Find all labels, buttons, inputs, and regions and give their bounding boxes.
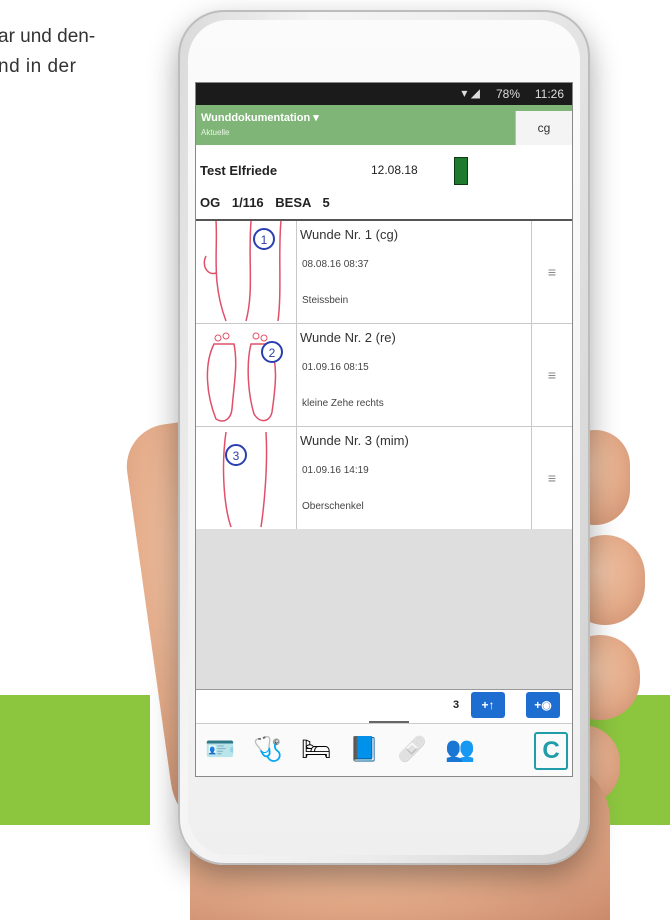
ward-room: OG 1/116	[200, 195, 264, 210]
patient-header: Test Elfriede 12.08.18 OG 1/116 BESA 5	[196, 145, 572, 221]
bandage-icon[interactable]: 🩹	[396, 734, 428, 766]
status-bar: ▾ ◢ 78% 11:26	[196, 83, 572, 105]
wound-list: 1 Wunde Nr. 1 (cg) 08.08.16 08:37 Steiss…	[196, 220, 572, 530]
empty-list-area	[196, 529, 572, 689]
users-icon[interactable]: 👥	[444, 734, 476, 766]
wound-datetime: 08.08.16 08:37	[302, 259, 369, 270]
wound-title: Wunde Nr. 2 (re)	[300, 330, 396, 345]
wound-location: Oberschenkel	[302, 501, 364, 512]
wound-title: Wunde Nr. 3 (mim)	[300, 433, 409, 448]
patient-date: 12.08.18	[371, 163, 418, 177]
patient-location: OG 1/116 BESA 5	[200, 195, 330, 210]
bottom-dock: 🪪 🩺 🛏 📘 🩹 👥 C	[196, 723, 572, 776]
wound-menu-icon[interactable]: ≡	[531, 427, 572, 529]
patient-name: Test Elfriede	[200, 163, 278, 178]
wound-location: kleine Zehe rechts	[302, 398, 384, 409]
clock: 11:26	[534, 87, 564, 101]
app-subtitle: Aktuelle	[201, 128, 230, 137]
besa-level: BESA 5	[275, 195, 330, 210]
bed-icon[interactable]: 🛏	[300, 734, 332, 766]
id-card-icon[interactable]: 🪪	[204, 734, 236, 766]
app-logo-icon[interactable]: C	[534, 732, 568, 770]
add-wound-button[interactable]: +↑	[471, 692, 505, 718]
brand-band-left	[0, 695, 150, 825]
app-bar: Wunddokumentation ▾ Aktuelle cg	[196, 105, 572, 145]
wound-body-sketch: 1	[196, 220, 297, 323]
wound-menu-icon[interactable]: ≡	[531, 324, 572, 426]
wound-datetime: 01.09.16 08:15	[302, 362, 369, 373]
wound-feet-sketch: 2	[196, 324, 297, 426]
wound-marker-label: 1	[261, 233, 268, 247]
wound-marker-label: 3	[233, 449, 240, 463]
wound-menu-icon[interactable]: ≡	[531, 221, 572, 323]
document-line-1: ar und den-	[0, 26, 96, 47]
status-flag	[454, 157, 468, 185]
wound-datetime: 01.09.16 14:19	[302, 465, 369, 476]
phone-screen: ▾ ◢ 78% 11:26 Wunddokumentation ▾ Aktuel…	[195, 82, 573, 777]
wound-item[interactable]: 3 Wunde Nr. 3 (mim) 01.09.16 14:19 Obers…	[196, 427, 572, 530]
app-title-dropdown[interactable]: Wunddokumentation ▾	[201, 111, 319, 124]
add-photo-button[interactable]: +◉	[526, 692, 560, 718]
wound-title: Wunde Nr. 1 (cg)	[300, 227, 399, 242]
user-button[interactable]: cg	[515, 111, 572, 145]
book-icon[interactable]: 📘	[348, 734, 380, 766]
wound-item[interactable]: 1 Wunde Nr. 1 (cg) 08.08.16 08:37 Steiss…	[196, 220, 572, 324]
wound-marker-label: 2	[269, 346, 276, 360]
wound-item[interactable]: 2 Wunde Nr. 2 (re) 01.09.16 08:15 kleine…	[196, 324, 572, 427]
document-line-2: nd in der	[0, 56, 77, 77]
wifi-signal-icon: ▾ ◢	[461, 86, 480, 100]
wound-count: 3	[453, 699, 460, 711]
wound-leg-sketch: 3	[196, 427, 297, 529]
battery-level: 78%	[495, 87, 520, 101]
action-bar: 3 +↑ +◉	[196, 689, 572, 722]
wound-location: Steissbein	[302, 295, 349, 306]
stethoscope-icon[interactable]: 🩺	[252, 734, 284, 766]
